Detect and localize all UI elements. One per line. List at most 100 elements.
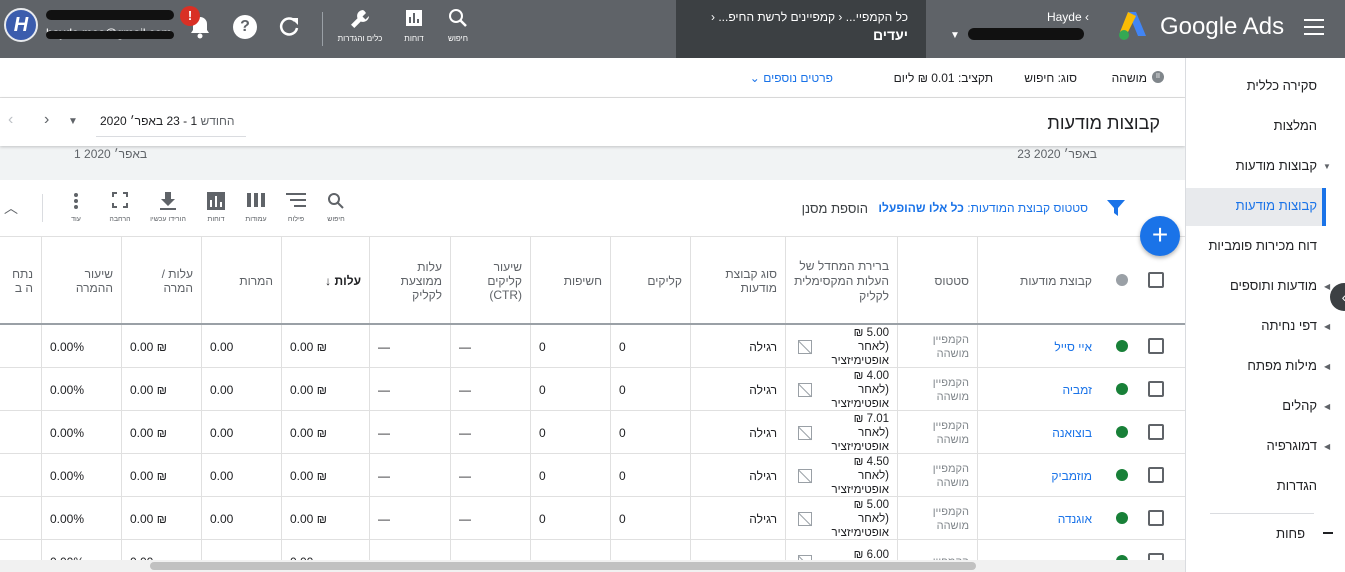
date-dropdown-icon[interactable]: ▼ xyxy=(68,116,78,127)
header-clicks[interactable]: קליקים xyxy=(610,237,690,325)
cell-adgroup-name[interactable]: אוגנדה xyxy=(977,497,1100,540)
avatar[interactable]: H xyxy=(4,8,38,42)
cell-impressions: 0 xyxy=(530,368,610,411)
tools-settings-button[interactable]: כלים והגדרות xyxy=(335,8,385,43)
row-checkbox[interactable] xyxy=(1148,424,1164,440)
cell-adgroup-name[interactable]: זמביה xyxy=(977,368,1100,411)
date-next-icon[interactable]: › xyxy=(44,111,49,129)
cell-adgroup-name[interactable]: איי סייל xyxy=(977,325,1100,368)
header-adgroup[interactable]: קבוצת מודעות xyxy=(977,237,1100,325)
select-all-checkbox[interactable] xyxy=(1148,272,1164,288)
bid-chart-icon[interactable] xyxy=(798,339,812,354)
more-button[interactable]: עוד xyxy=(56,192,96,223)
header-conversions[interactable]: המרות xyxy=(201,237,281,325)
cell-clicks: 0 xyxy=(610,368,690,411)
download-icon xyxy=(148,192,188,212)
bid-value[interactable]: 4.00 ₪ (לאחר אופטימיזציר xyxy=(812,369,890,411)
user-email-redaction xyxy=(46,31,174,39)
cell-adgroup-name[interactable]: בוצואנה xyxy=(977,411,1100,454)
bid-chart-icon[interactable] xyxy=(798,382,812,397)
bid-chart-icon[interactable] xyxy=(798,511,812,526)
status-dot-icon xyxy=(1116,383,1128,395)
status-filter-chip[interactable]: סטטוס קבוצת המודעות: כל אלו שהופעלו xyxy=(878,201,1088,215)
row-checkbox[interactable] xyxy=(1148,510,1164,526)
account-dropdown-icon[interactable]: ▼ xyxy=(950,30,960,41)
cell-conv-rate: 0.00% xyxy=(41,368,121,411)
nav-settings[interactable]: הגדרות xyxy=(1277,478,1317,493)
header-ctr[interactable]: שיעור קליקים (CTR) xyxy=(450,237,530,325)
table-row[interactable]: בוצואנה הקמפיין מושהה 7.01 ₪ (לאחר אופטימיז… xyxy=(0,411,1185,454)
refresh-icon[interactable] xyxy=(277,15,301,39)
add-filter-button[interactable]: הוספת מסנן xyxy=(802,201,868,216)
filter-icon[interactable] xyxy=(1106,198,1126,218)
bid-value[interactable]: 5.00 ₪ (לאחר אופטימיזציר xyxy=(812,326,890,368)
breadcrumb[interactable]: כל הקמפיי... ‹ קמפיינים לרשת החיפ... ‹ xyxy=(690,10,908,24)
header-status[interactable]: סטטוס xyxy=(897,237,977,325)
header-more-column[interactable]: נתח ה ב xyxy=(0,237,41,325)
header-cost[interactable]: עלות ↓ xyxy=(281,237,369,325)
nav-adgroups-parent[interactable]: קבוצות מודעות xyxy=(1236,158,1317,173)
more-details-link[interactable]: פרטים נוספים ⌄ xyxy=(750,71,833,85)
table-row[interactable]: זמביה הקמפיין מושהה 4.00 ₪ (לאחר אופטימיזצי… xyxy=(0,368,1185,411)
row-checkbox[interactable] xyxy=(1148,381,1164,397)
cell-max-cpc: 4.50 ₪ (לאחר אופטימיזציר xyxy=(785,454,897,497)
date-range-selector[interactable]: החודש 1 - 23 באפר׳ 2020 xyxy=(100,114,241,128)
account-name[interactable]: Hayde ‹ xyxy=(944,10,1089,24)
nav-demographics[interactable]: דמוגרפיה xyxy=(1267,438,1317,453)
row-checkbox[interactable] xyxy=(1148,338,1164,354)
segment-button[interactable]: פילוח xyxy=(276,192,316,223)
header-max-cpc[interactable]: ברירת המחדל של העלות המקסימלית לקליק xyxy=(785,237,897,325)
date-prev-icon[interactable]: ‹ xyxy=(8,111,13,129)
columns-button[interactable]: עמודות xyxy=(236,192,276,223)
google-ads-logo-icon xyxy=(1119,12,1146,40)
bid-amount: 4.50 ₪ xyxy=(853,455,889,468)
search-button[interactable]: חיפוש xyxy=(433,8,483,43)
cell-cost-per-conv: 0.00 ₪ xyxy=(121,368,201,411)
cell-status: הקמפיין מושהה xyxy=(897,325,977,368)
bid-chart-icon[interactable] xyxy=(798,425,812,440)
bid-note: (לאחר אופטימיזציר xyxy=(831,512,890,539)
minus-icon[interactable] xyxy=(1323,532,1333,534)
bid-value[interactable]: 7.01 ₪ (לאחר אופטימיזציר xyxy=(812,412,890,454)
nav-auction-insights[interactable]: דוח מכירות פומביות xyxy=(1208,238,1317,253)
nav-audiences[interactable]: קהלים xyxy=(1282,398,1317,413)
cell-clicks: 0 xyxy=(610,325,690,368)
bid-chart-icon[interactable] xyxy=(798,468,812,483)
header-avg-cpc[interactable]: עלות ממוצעת לקליק xyxy=(369,237,450,325)
nav-landing-pages[interactable]: דפי נחיתה xyxy=(1261,318,1317,333)
reports-table-button[interactable]: דוחות xyxy=(196,192,236,223)
horizontal-scrollbar[interactable] xyxy=(150,562,976,570)
bid-value[interactable]: 5.00 ₪ (לאחר אופטימיזציר xyxy=(812,498,890,540)
bid-value[interactable]: 4.50 ₪ (לאחר אופטימיזציר xyxy=(812,455,890,497)
table-row[interactable]: מוזמביק הקמפיין מושהה 4.50 ₪ (לאחר אופטימיז… xyxy=(0,454,1185,497)
table-row[interactable]: איי סייל הקמפיין מושהה 5.00 ₪ (לאחר אופטימי… xyxy=(0,325,1185,368)
nav-ads-extensions[interactable]: מודעות ותוספים xyxy=(1230,278,1317,293)
header-cost-per-conv[interactable]: עלות / המרה xyxy=(121,237,201,325)
header-impressions[interactable]: חשיפות xyxy=(530,237,610,325)
nav-keywords[interactable]: מילות מפתח xyxy=(1247,358,1317,373)
help-icon[interactable]: ? xyxy=(233,15,257,39)
header-adgroup-type[interactable]: סוג קבוצת מודעות xyxy=(690,237,785,325)
chevron-down-icon: ▼ xyxy=(1323,162,1331,171)
row-checkbox[interactable] xyxy=(1148,467,1164,483)
status-dot-icon xyxy=(1116,512,1128,524)
nav-less[interactable]: פחות xyxy=(1276,526,1305,541)
table-row[interactable]: אוגנדה הקמפיין מושהה 5.00 ₪ (לאחר אופטימיזצ… xyxy=(0,497,1185,540)
nav-recommendations[interactable]: המלצות xyxy=(1274,118,1317,133)
expand-button[interactable]: הרחבה xyxy=(100,192,140,223)
cell-ctr: — xyxy=(450,497,530,540)
chart-date-start: 1 באפר׳ 2020 xyxy=(74,147,148,161)
table-search-button[interactable]: חיפוש xyxy=(316,192,356,223)
reports-button[interactable]: דוחות xyxy=(389,8,439,43)
cell-adgroup-name[interactable]: מוזמביק xyxy=(977,454,1100,497)
nav-overview[interactable]: סקירה כללית xyxy=(1247,78,1317,93)
chevron-left-icon: ◀ xyxy=(1324,362,1331,371)
cell-cost: 0.00 ₪ xyxy=(281,411,369,454)
download-button[interactable]: הורידו עכשיו xyxy=(148,192,188,223)
nav-adgroups[interactable]: קבוצות מודעות xyxy=(1236,198,1317,213)
add-adgroup-button[interactable]: + xyxy=(1140,216,1180,256)
cell-adgroup-type: רגילה xyxy=(690,411,785,454)
chevron-up-icon[interactable]: ︿ xyxy=(4,198,18,218)
hamburger-menu-icon[interactable] xyxy=(1300,14,1328,42)
header-conv-rate[interactable]: שיעור ההמרה xyxy=(41,237,121,325)
